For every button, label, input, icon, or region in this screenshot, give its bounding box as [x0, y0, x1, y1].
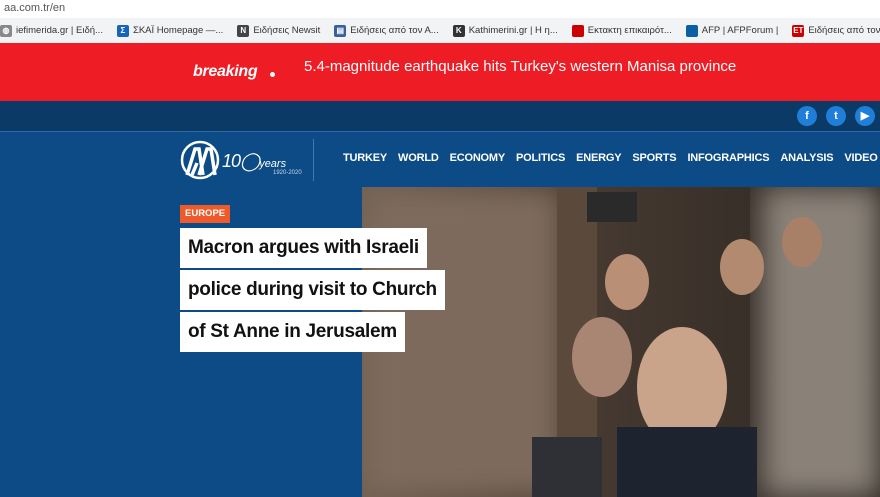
social-bar: f t ▶ — [0, 101, 880, 131]
sigma-icon: Σ — [116, 24, 129, 37]
afp-icon — [685, 24, 698, 37]
bookmark-label: Εκτακτη επικαιρότ... — [587, 25, 672, 36]
anniversary-range: 1920-2020 — [273, 170, 302, 176]
url-text: aa.com.tr/en — [4, 2, 66, 14]
nav-item-video[interactable]: VIDEO — [844, 152, 877, 164]
main-menu: TURKEY WORLD ECONOMY POLITICS ENERGY SPORTS IN… — [343, 152, 880, 164]
bookmark-item[interactable]: K Kathimerini.gr | Η η... — [452, 24, 558, 37]
bookmark-item[interactable]: ◍ iefimerida.gr | Ειδή... — [0, 24, 103, 37]
hero-photo[interactable] — [362, 187, 880, 497]
anniversary-text: 10◯years — [222, 151, 287, 171]
headline-line-1[interactable]: Macron argues with Israeli — [180, 228, 427, 268]
bookmark-label: ΣΚΑΪ Homepage —... — [132, 25, 224, 36]
nav-item-analysis[interactable]: ANALYSIS — [780, 152, 833, 164]
address-bar[interactable]: aa.com.tr/en — [0, 0, 880, 18]
bookmark-item[interactable]: ▤ Ειδήσεις από τον Α... — [334, 24, 439, 37]
nav-item-economy[interactable]: ECONOMY — [450, 152, 506, 164]
bookmark-label: AFP | AFPForum | — [701, 25, 779, 36]
nav-item-energy[interactable]: ENERGY — [576, 152, 621, 164]
nav-item-world[interactable]: WORLD — [398, 152, 439, 164]
newspaper-icon: ▤ — [334, 24, 347, 37]
bookmark-label: iefimerida.gr | Ειδή... — [16, 25, 103, 36]
breaking-label: breaking — [193, 63, 258, 80]
et-icon: ET — [792, 24, 805, 37]
headline-line-2[interactable]: police during visit to Church — [180, 270, 445, 310]
anniversary-number: 10 — [222, 151, 241, 171]
anniversary-word: years — [259, 158, 287, 170]
facebook-icon[interactable]: f — [797, 106, 817, 126]
globe-icon: ◍ — [0, 24, 12, 37]
bookmark-item[interactable]: Σ ΣΚΑΪ Homepage —... — [116, 24, 224, 37]
breaking-headline[interactable]: 5.4-magnitude earthquake hits Turkey's w… — [304, 58, 736, 75]
youtube-icon[interactable]: ▶ — [855, 106, 875, 126]
bookmark-label: Ειδήσεις από τον Ε... — [808, 25, 880, 36]
nav-item-sports[interactable]: SPORTS — [632, 152, 676, 164]
nav-item-infographics[interactable]: INFOGRAPHICS — [687, 152, 769, 164]
breaking-dot — [270, 72, 275, 77]
twitter-icon[interactable]: t — [826, 106, 846, 126]
category-tag[interactable]: EUROPE — [180, 205, 231, 223]
bookmark-label: Ειδήσεις από τον Α... — [350, 25, 439, 36]
hero-photo-image — [362, 187, 880, 497]
bookmark-item[interactable]: AFP | AFPForum | — [685, 24, 779, 37]
newsit-icon: N — [237, 24, 250, 37]
bookmark-label: Ειδήσεις Newsit — [253, 25, 321, 36]
bookmark-label: Kathimerini.gr | Η η... — [468, 25, 558, 36]
bookmark-item[interactable]: ETΕιδήσεις από τον Ε... — [792, 24, 880, 37]
bookmark-item[interactable]: Εκτακτη επικαιρότ... — [571, 24, 672, 37]
aa-logo[interactable]: 10◯years 1920-2020 — [178, 139, 314, 181]
main-navbar: 10◯years 1920-2020 TURKEY WORLD ECONOMY POL… — [0, 131, 880, 189]
nav-item-politics[interactable]: POLITICS — [516, 152, 565, 164]
bookmarks-bar: ◍ iefimerida.gr | Ειδή... Σ ΣΚΑΪ Homepage —… — [0, 18, 880, 44]
aa-logo-icon — [180, 140, 220, 180]
nav-item-turkey[interactable]: TURKEY — [343, 152, 387, 164]
bookmark-item[interactable]: N Ειδήσεις Newsit — [237, 24, 321, 37]
breaking-news-bar[interactable]: breaking 5.4-magnitude earthquake hits T… — [0, 43, 880, 101]
headline-line-3[interactable]: of St Anne in Jerusalem — [180, 312, 405, 352]
cnn-icon — [571, 24, 584, 37]
kathimerini-icon: K — [452, 24, 465, 37]
